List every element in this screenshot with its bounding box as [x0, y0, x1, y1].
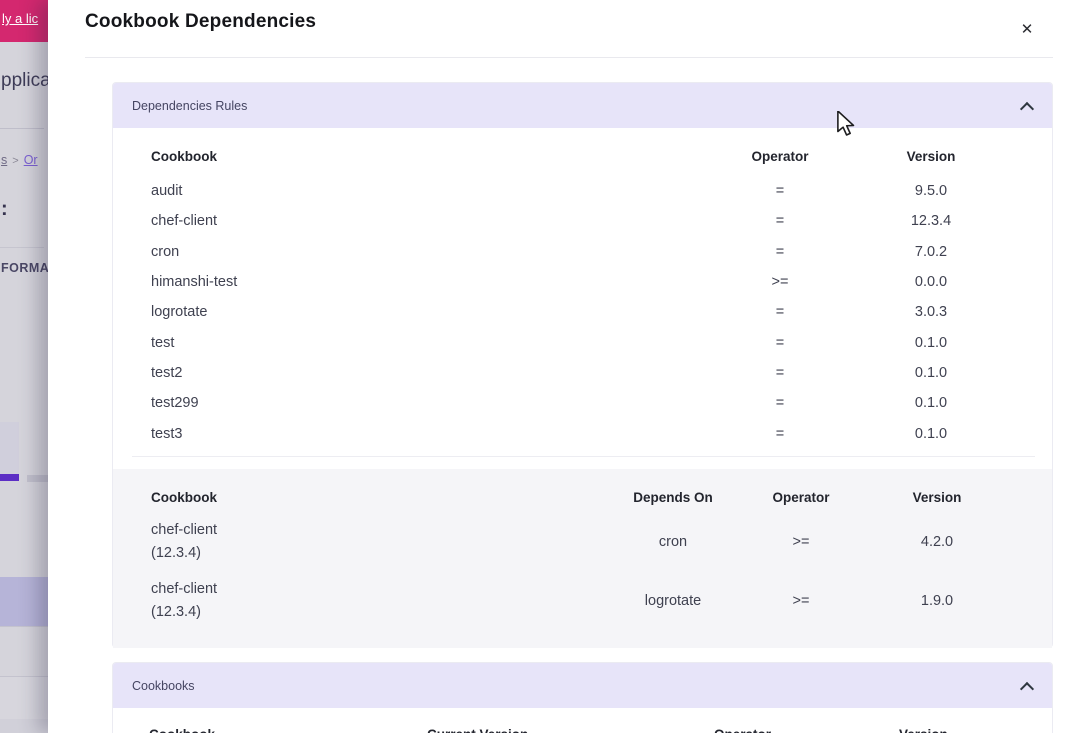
cookbooks-section: Cookbooks Cookbook Current Version Opera…	[112, 662, 1053, 733]
selected-table-row	[0, 577, 48, 626]
cookbooks-table: Cookbook Current Version Operator Versio…	[113, 709, 1052, 733]
cookbook-name: chef-client	[151, 213, 714, 229]
version-value: 1.9.0	[867, 593, 1007, 609]
divider	[132, 456, 1035, 457]
cookbook-dependencies-modal: Cookbook Dependencies ✕ Dependencies Rul…	[48, 0, 1085, 733]
operator-value: >=	[735, 593, 867, 609]
table-row: test299 = 0.1.0	[113, 388, 1052, 418]
table-row: test = 0.1.0	[113, 327, 1052, 357]
breadcrumb: s > Or	[1, 153, 38, 167]
operator-value: =	[714, 213, 846, 229]
chevron-up-icon[interactable]	[1020, 681, 1034, 695]
version-value: 7.0.2	[846, 244, 1016, 260]
details-tab-fragment: FORMA	[1, 261, 48, 275]
cookbook-version-line: (12.3.4)	[151, 542, 611, 565]
tab-panel-fragment	[0, 422, 19, 475]
cookbook-name-line: chef-client	[151, 519, 611, 542]
modal-title: Cookbook Dependencies	[85, 11, 316, 33]
table-row: chef-client = 12.3.4	[113, 206, 1052, 236]
version-value: 3.0.3	[846, 304, 1016, 320]
column-header-operator: Operator	[735, 490, 867, 505]
table-row: chef-client(12.3.4) logrotate >= 1.9.0	[113, 573, 1052, 629]
version-value: 0.1.0	[846, 365, 1016, 381]
column-header-version: Version	[846, 149, 1016, 164]
operator-value: >=	[714, 274, 846, 290]
operator-value: =	[714, 335, 846, 351]
heading-colon-fragment: :	[1, 198, 8, 221]
cookbook-name-line: chef-client	[151, 578, 611, 601]
close-icon[interactable]: ✕	[1016, 18, 1038, 40]
cookbooks-header[interactable]: Cookbooks	[113, 663, 1052, 708]
version-value: 0.1.0	[846, 335, 1016, 351]
operator-value: =	[714, 304, 846, 320]
page-heading-fragment: pplica	[1, 70, 48, 92]
divider	[85, 57, 1053, 58]
section-title: Dependencies Rules	[132, 99, 247, 113]
cookbook-version-line: (12.3.4)	[151, 601, 611, 624]
depends-on-value: cron	[611, 534, 735, 550]
version-value: 0.0.0	[846, 274, 1016, 290]
table-header-row: Cookbook Operator Version	[113, 128, 1052, 170]
table-row	[0, 719, 48, 733]
breadcrumb-link: Or	[24, 153, 38, 167]
version-value: 4.2.0	[867, 534, 1007, 550]
chevron-up-icon[interactable]	[1020, 101, 1034, 115]
operator-value: >=	[735, 534, 867, 550]
table-row	[0, 677, 48, 719]
cookbook-name: test	[151, 335, 714, 351]
dependencies-rules-section: Dependencies Rules Cookbook Operator Ver…	[112, 82, 1053, 648]
operator-value: =	[714, 365, 846, 381]
cookbook-name: test2	[151, 365, 714, 381]
active-tab-indicator	[0, 474, 19, 481]
column-header-depends-on: Depends On	[611, 490, 735, 505]
version-value: 0.1.0	[846, 395, 1016, 411]
rules-table: Cookbook Operator Version audit = 9.5.0 …	[113, 128, 1052, 449]
cookbook-name: chef-client(12.3.4)	[151, 578, 611, 624]
table-row: chef-client(12.3.4) cron >= 4.2.0	[113, 511, 1052, 573]
table-row: cron = 7.0.2	[113, 237, 1052, 267]
operator-value: =	[714, 244, 846, 260]
version-value: 0.1.0	[846, 426, 1016, 442]
divider	[0, 626, 48, 627]
cookbook-name: cron	[151, 244, 714, 260]
cookbook-name: test3	[151, 426, 714, 442]
cookbook-name: audit	[151, 183, 714, 199]
screen: ly a lic pplica s > Or : FORMA Cookbook De…	[0, 0, 1085, 733]
column-header-version: Version	[867, 490, 1007, 505]
table-row: himanshi-test >= 0.0.0	[113, 267, 1052, 297]
table-row: audit = 9.5.0	[113, 176, 1052, 206]
divider	[0, 247, 44, 248]
operator-value: =	[714, 426, 846, 442]
table-row: logrotate = 3.0.3	[113, 297, 1052, 327]
breadcrumb-separator-icon: >	[12, 155, 18, 167]
column-header-cookbook: Cookbook	[151, 490, 611, 505]
cookbook-name: chef-client(12.3.4)	[151, 519, 611, 565]
depends-on-value: logrotate	[611, 593, 735, 609]
constraints-table: Cookbook Depends On Operator Version che…	[113, 469, 1052, 648]
column-header-cookbook: Cookbook	[151, 149, 714, 164]
column-header-current-version: Current Version	[427, 727, 528, 733]
column-header-operator: Operator	[714, 149, 846, 164]
inactive-tab-indicator	[27, 475, 48, 482]
column-header-cookbook: Cookbook	[149, 727, 215, 733]
cookbook-name: himanshi-test	[151, 274, 714, 290]
cookbook-name: logrotate	[151, 304, 714, 320]
column-header-operator: Operator	[714, 727, 771, 733]
background-page: ly a lic pplica s > Or : FORMA	[0, 0, 48, 733]
version-value: 12.3.4	[846, 213, 1016, 229]
table-header-row: Cookbook Depends On Operator Version	[113, 469, 1052, 511]
column-header-version: Version	[899, 727, 948, 733]
dependencies-rules-header[interactable]: Dependencies Rules	[113, 83, 1052, 128]
table-row: test3 = 0.1.0	[113, 418, 1052, 448]
operator-value: =	[714, 395, 846, 411]
version-value: 9.5.0	[846, 183, 1016, 199]
breadcrumb-prefix: s	[1, 153, 7, 167]
cookbook-name: test299	[151, 395, 714, 411]
section-title: Cookbooks	[132, 679, 195, 693]
table-row: test2 = 0.1.0	[113, 358, 1052, 388]
apply-license-link: ly a lic	[2, 11, 38, 26]
divider	[0, 128, 44, 129]
operator-value: =	[714, 183, 846, 199]
